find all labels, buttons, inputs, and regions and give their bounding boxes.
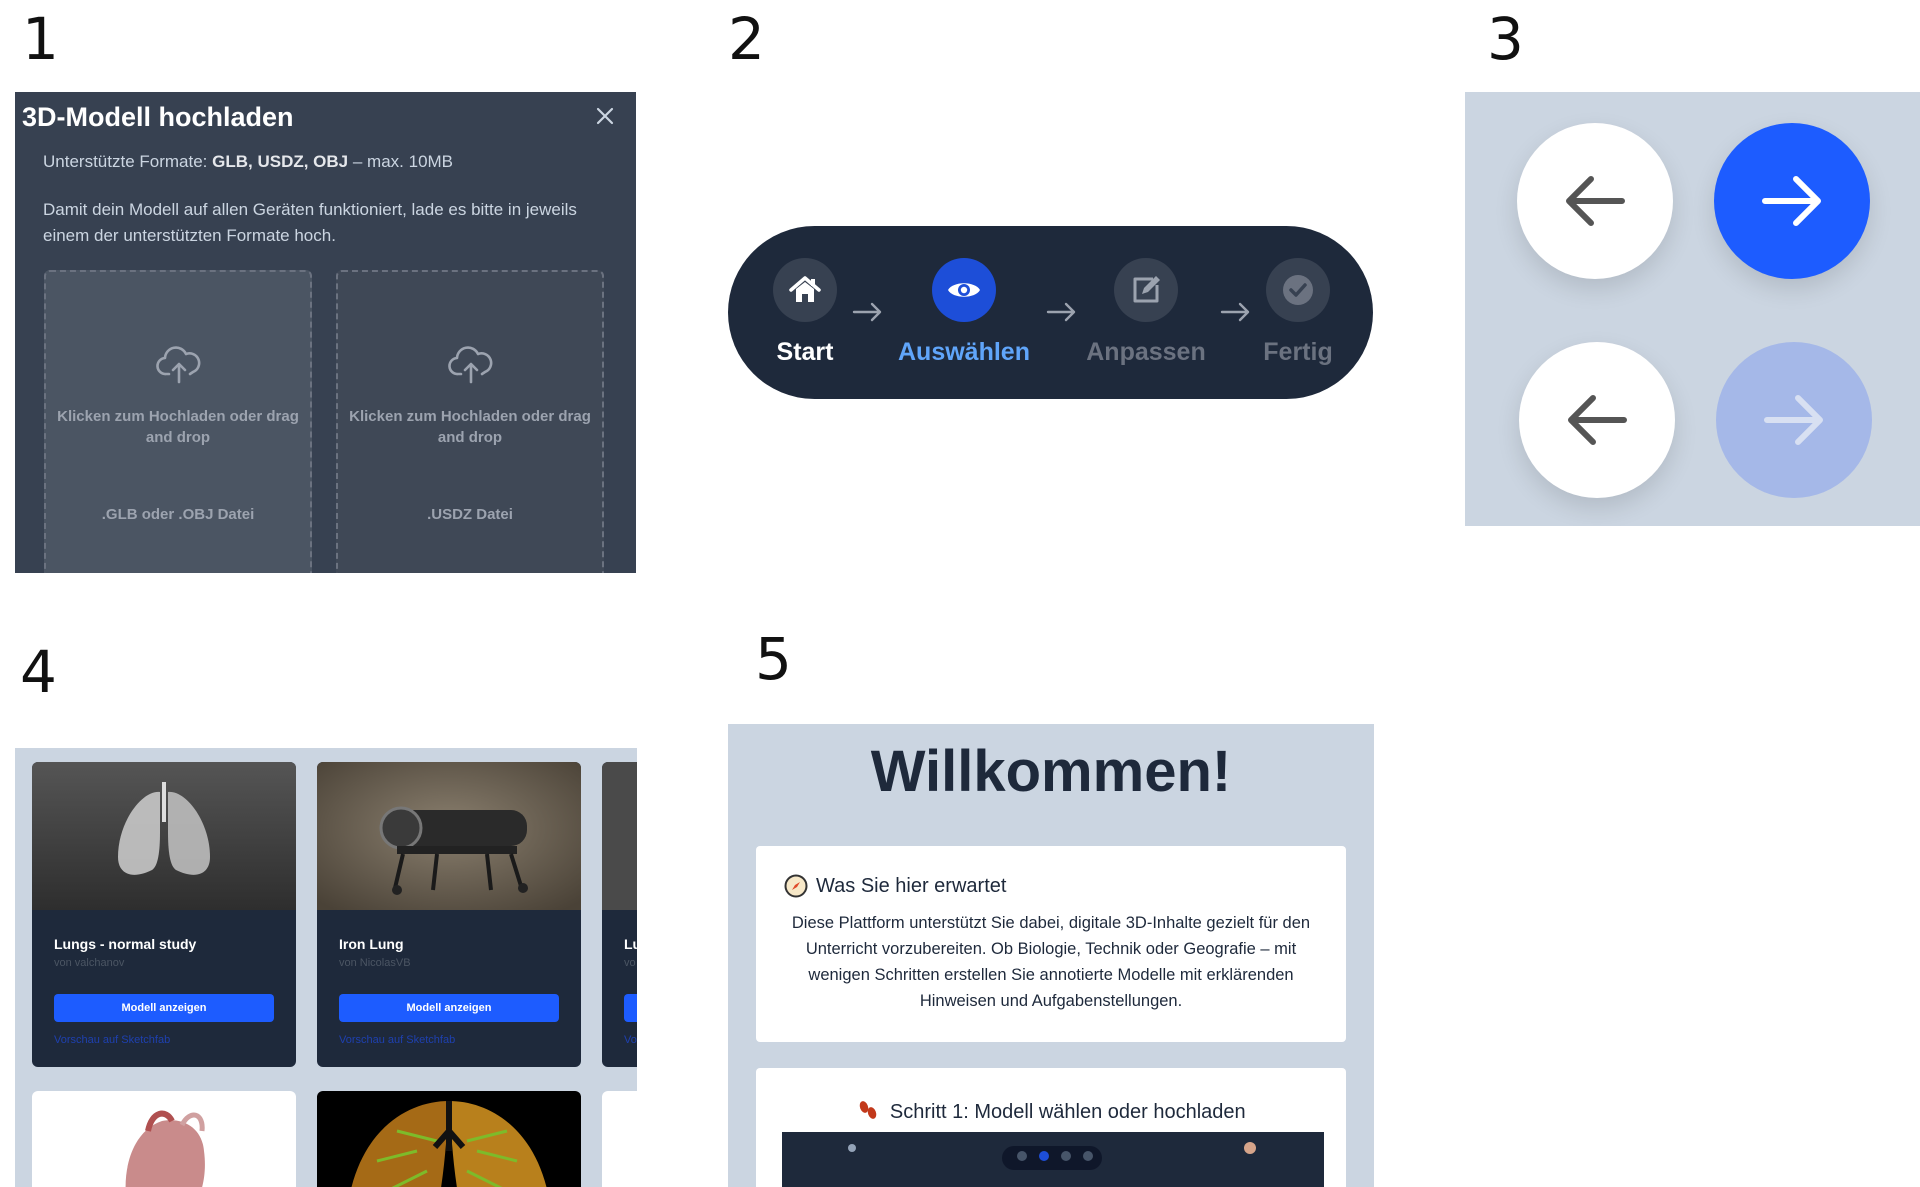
prev-button[interactable] [1517, 123, 1673, 279]
cloud-upload-icon [448, 346, 493, 384]
step-anpassen[interactable]: Anpassen [1071, 258, 1221, 367]
model-card: Iron Lung von NicolasVB Modell anzeigen … [317, 762, 581, 1067]
sketchfab-preview-link[interactable]: Vo [624, 1034, 637, 1046]
arrow-right-icon [1762, 176, 1821, 226]
edit-icon [1114, 258, 1178, 322]
model-card: Lungs - normal study von valchanov Model… [32, 762, 296, 1067]
upload-dialog: 3D-Modell hochladen Unterstützte Formate… [15, 92, 636, 573]
view-model-button[interactable]: Modell anzeigen [54, 994, 274, 1022]
next-button[interactable] [1714, 123, 1870, 279]
model-thumbnail [602, 762, 637, 910]
model-title: Lungs - normal study [54, 936, 197, 952]
panel-number-2: 2 [728, 5, 765, 73]
arrow-left-icon [1566, 176, 1625, 226]
iron-lung-thumbnail [317, 762, 581, 910]
dropzone-instructions: Klicken zum Hochladen oder drag and drop [57, 408, 299, 446]
step1-heading: Schritt 1: Modell wählen oder hochladen [756, 1098, 1346, 1124]
arrow-right-icon [1764, 395, 1823, 445]
panel-number-3: 3 [1487, 5, 1524, 73]
view-model-button[interactable]: Modell anzeigen [339, 994, 559, 1022]
dropzone-usdz[interactable]: Klicken zum Hochladen oder drag and drop… [336, 270, 604, 573]
model-author: vo [624, 957, 636, 969]
panel-number-5: 5 [755, 625, 792, 693]
step1-screenshot [782, 1132, 1324, 1187]
intro-card: Was Sie hier erwartet Diese Plattform un… [756, 846, 1346, 1042]
step1-card: Schritt 1: Modell wählen oder hochladen [756, 1068, 1346, 1187]
supported-formats: Unterstützte Formate: GLB, USDZ, OBJ – m… [43, 152, 453, 172]
next-button-disabled [1716, 342, 1872, 498]
model-author: von NicolasVB [339, 957, 411, 969]
step1-heading-text: Schritt 1: Modell wählen oder hochladen [889, 1101, 1246, 1123]
model-title: Iron Lung [339, 936, 404, 952]
prev-button[interactable] [1519, 342, 1675, 498]
model-card-partial: Lu vo Vo [602, 762, 637, 1067]
dropzone-instructions: Klicken zum Hochladen oder drag and drop [349, 408, 591, 446]
arrow-left-icon [1568, 395, 1627, 445]
close-icon[interactable] [593, 104, 617, 128]
nav-button-states [1465, 92, 1920, 526]
eye-icon [932, 258, 996, 322]
lungs-thumbnail [32, 762, 296, 910]
formats-prefix: Unterstützte Formate: [43, 152, 208, 171]
dropzone-file-type: .GLB oder .OBJ Datei [101, 506, 255, 523]
intro-heading: Was Sie hier erwartet [784, 874, 1006, 898]
lung-vessels-thumbnail [351, 1101, 547, 1187]
sketchfab-preview-link[interactable]: Vorschau auf Sketchfab [54, 1034, 170, 1046]
formats-suffix: – max. 10MB [352, 152, 454, 171]
arrow-right-icon [852, 302, 882, 322]
step-label: Auswählen [898, 338, 1030, 366]
compass-icon [784, 874, 808, 898]
welcome-page: Willkommen! Was Sie hier erwartet Diese … [728, 724, 1374, 1187]
formats-list: GLB, USDZ, OBJ [212, 152, 349, 171]
heart-thumbnail [125, 1110, 205, 1187]
panel-number-4: 4 [20, 638, 57, 706]
progress-stepper: Start Auswählen Anpassen Fertig [728, 226, 1373, 399]
dropzone-glb-obj[interactable]: Klicken zum Hochladen oder drag and drop… [44, 270, 312, 573]
model-title: Lu [624, 936, 637, 952]
step-fertig[interactable]: Fertig [1223, 258, 1373, 367]
model-author: von valchanov [54, 957, 125, 969]
footprints-icon [860, 1101, 877, 1119]
step-label: Start [776, 338, 834, 366]
welcome-title: Willkommen! [870, 739, 1232, 804]
view-model-button[interactable] [624, 994, 637, 1022]
dropzone-file-type: .USDZ Datei [427, 506, 513, 523]
intro-heading-text: Was Sie hier erwartet [816, 874, 1007, 897]
home-icon [773, 258, 837, 322]
upload-description: Damit dein Modell auf allen Geräten funk… [43, 200, 577, 245]
sketchfab-preview-link[interactable]: Vorschau auf Sketchfab [339, 1034, 455, 1046]
intro-text: Diese Plattform unterstützt Sie dabei, d… [791, 914, 1311, 1010]
step-label: Anpassen [1086, 338, 1206, 366]
lung-vessels-model-card [317, 1091, 581, 1187]
model-card-partial [602, 1091, 637, 1187]
step-auswaehlen[interactable]: Auswählen [889, 258, 1039, 367]
heart-model-card [32, 1091, 296, 1187]
cloud-upload-icon [156, 346, 201, 384]
panel-number-1: 1 [22, 5, 59, 73]
model-gallery: Lungs - normal study von valchanov Model… [15, 748, 637, 1187]
check-circle-icon [1266, 258, 1330, 322]
step-label: Fertig [1263, 338, 1333, 366]
dialog-title: 3D-Modell hochladen [22, 102, 294, 132]
